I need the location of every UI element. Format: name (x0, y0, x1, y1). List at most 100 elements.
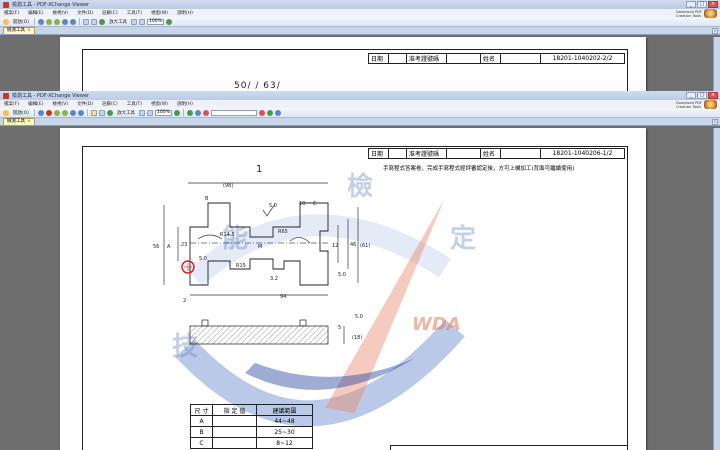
down-icon[interactable] (78, 109, 85, 116)
front-viewport[interactable]: 日期 准考證號碼 姓名 18201-1040206-1/2 手寫程式答案卷，完成… (0, 128, 720, 450)
watermark-char-3: 定 (450, 224, 477, 254)
open-icon[interactable] (3, 109, 9, 116)
menu-tools[interactable]: 工具(T) (127, 101, 142, 107)
dim-B: B (205, 196, 209, 202)
front-window-controls: _ □ × (686, 92, 718, 99)
menu-help[interactable]: 說明(H) (177, 10, 193, 16)
zoom-tool-label[interactable]: 放大工具 (107, 19, 129, 25)
open-label[interactable]: 開啟(O) (11, 19, 31, 25)
fit-page-icon[interactable] (139, 109, 146, 116)
markup-icon[interactable] (202, 109, 209, 116)
open-icon[interactable] (3, 18, 9, 25)
exam-no-value[interactable] (446, 148, 481, 159)
help-icon[interactable] (274, 109, 281, 116)
open-label[interactable]: 開啟(O) (11, 110, 31, 116)
menu-comments[interactable]: 註解(C) (102, 10, 118, 16)
zoom-go-icon[interactable] (165, 18, 172, 25)
hand-tool-icon[interactable] (83, 18, 90, 25)
watermark-brand: WDA (412, 314, 461, 335)
dim-23: 23 (181, 242, 187, 248)
save-icon[interactable] (38, 109, 45, 116)
roughness-1: 5.0 (269, 203, 277, 209)
name-value[interactable] (500, 53, 541, 64)
back-viewport[interactable]: 日期 准考證號碼 姓名 18201-1040202-2/2 50/ / 63/ (0, 37, 720, 91)
menu-window[interactable]: 視窗(W) (151, 10, 168, 16)
back-page: 日期 准考證號碼 姓名 18201-1040202-2/2 50/ / 63/ (60, 37, 646, 91)
maximize-button[interactable]: □ (697, 1, 707, 8)
minimize-button[interactable]: _ (686, 1, 696, 8)
menu-view[interactable]: 檢視(V) (52, 101, 68, 107)
forward-icon[interactable] (54, 18, 61, 25)
pdf-tools-logo[interactable] (704, 9, 717, 18)
zoom-field[interactable]: 100% (147, 18, 164, 25)
zoom-field[interactable]: 100% (155, 109, 172, 116)
close-button[interactable]: × (708, 92, 718, 99)
exam-no-value[interactable] (446, 53, 481, 64)
front-page: 日期 准考證號碼 姓名 18201-1040206-1/2 手寫程式答案卷，完成… (60, 128, 646, 450)
front-scrollbar[interactable] (713, 128, 720, 450)
close-document-icon[interactable]: × (712, 119, 718, 125)
up-icon[interactable] (70, 109, 77, 116)
download-note[interactable]: Download PDF Creation Tools (676, 10, 702, 18)
snapshot-icon[interactable] (266, 109, 273, 116)
spec-cell[interactable] (212, 415, 257, 427)
col-size: 尺 寸 (190, 404, 213, 416)
back-icon[interactable] (46, 18, 53, 25)
pdf-tools-logo[interactable] (704, 100, 717, 109)
spec-cell[interactable] (212, 426, 257, 438)
zoom-in-icon[interactable] (107, 109, 114, 116)
menu-view[interactable]: 檢視(V) (52, 10, 68, 16)
close-document-icon[interactable]: × (712, 28, 718, 34)
fit-page-icon[interactable] (131, 18, 138, 25)
answer-box (390, 445, 628, 450)
app-icon (3, 92, 9, 99)
zoom-tool-label[interactable]: 放大工具 (115, 110, 137, 116)
print-icon[interactable] (46, 109, 53, 116)
date-value[interactable] (388, 53, 407, 64)
menu-comments[interactable]: 註解(C) (102, 101, 118, 107)
back-page-fragment: 50/ / 63/ (234, 81, 281, 91)
find-icon[interactable] (258, 109, 265, 116)
annotation-circle[interactable] (180, 259, 196, 275)
select-text-icon[interactable] (91, 18, 98, 25)
menu-edit[interactable]: 編輯(E) (28, 101, 43, 107)
menu-edit[interactable]: 編輯(E) (28, 10, 43, 16)
fit-width-icon[interactable] (139, 18, 146, 25)
zoom-go-icon[interactable] (173, 109, 180, 116)
back-scrollbar[interactable] (713, 37, 720, 91)
back-window: 檢測工具 - PDF-XChange Viewer _ □ × 檔案(F) 編輯… (0, 0, 720, 35)
back-icon[interactable] (54, 109, 61, 116)
up-icon[interactable] (62, 18, 69, 25)
table-row: B 25~30 (190, 426, 313, 438)
zoom-in-icon[interactable] (99, 18, 106, 25)
menu-window[interactable]: 視窗(W) (151, 101, 168, 107)
tab-close-icon[interactable]: × (27, 119, 31, 125)
document-tab[interactable]: 檢測工具 × (3, 118, 35, 125)
download-note[interactable]: Download PDF Creation Tools (676, 101, 702, 109)
menu-document[interactable]: 文件(D) (77, 10, 93, 16)
close-button[interactable]: × (708, 1, 718, 8)
maximize-button[interactable]: □ (697, 92, 707, 99)
dim-61: (61) (360, 243, 370, 249)
hand-tool-icon[interactable] (91, 109, 98, 116)
spec-cell[interactable] (212, 437, 257, 449)
menu-document[interactable]: 文件(D) (77, 101, 93, 107)
menu-tools[interactable]: 工具(T) (127, 10, 142, 16)
stamp-icon[interactable] (194, 109, 201, 116)
select-text-icon[interactable] (99, 109, 106, 116)
search-field[interactable] (210, 109, 257, 116)
menu-file[interactable]: 檔案(F) (4, 10, 19, 16)
name-value[interactable] (500, 148, 541, 159)
save-icon[interactable] (38, 18, 45, 25)
forward-icon[interactable] (62, 109, 69, 116)
down-icon[interactable] (70, 18, 77, 25)
menu-help[interactable]: 說明(H) (177, 101, 193, 107)
back-window-controls: _ □ × (686, 1, 718, 8)
fit-width-icon[interactable] (147, 109, 154, 116)
tab-close-icon[interactable]: × (27, 28, 31, 34)
comment-icon[interactable] (186, 109, 193, 116)
minimize-button[interactable]: _ (686, 92, 696, 99)
date-value[interactable] (388, 148, 407, 159)
menu-file[interactable]: 檔案(F) (4, 101, 19, 107)
document-tab[interactable]: 檢測工具 × (3, 27, 35, 34)
